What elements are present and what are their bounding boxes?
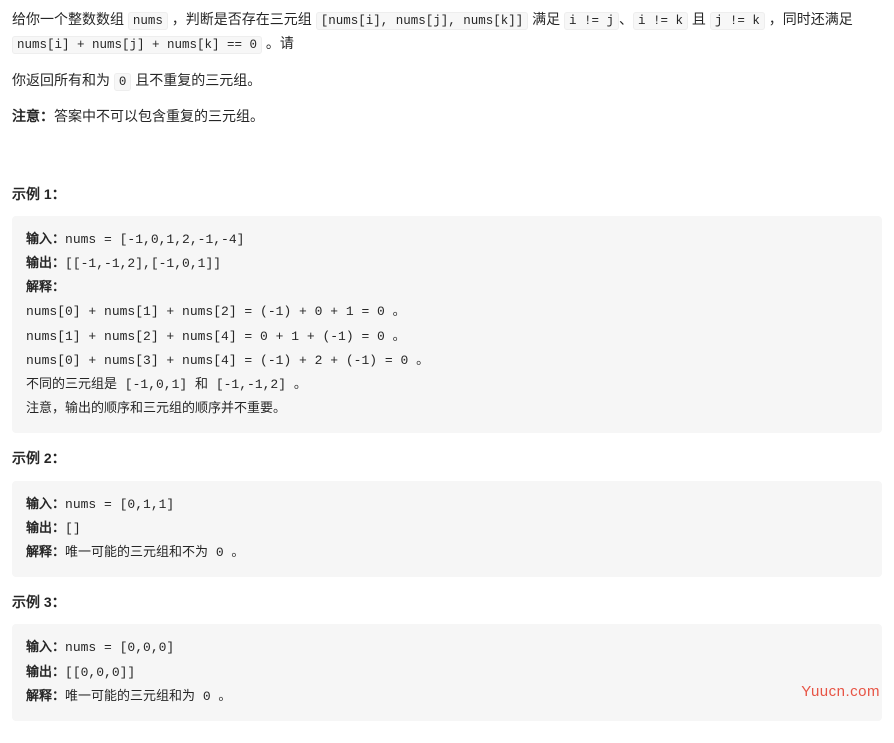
input-label: 输入：	[26, 497, 65, 512]
example-heading-2: 示例 2：	[12, 447, 882, 471]
input-label: 输入：	[26, 640, 65, 655]
example-heading-3: 示例 3：	[12, 591, 882, 615]
output-label: 输出：	[26, 521, 65, 536]
code-nums: nums	[128, 12, 168, 30]
input-value: nums = [-1,0,1,2,-1,-4]	[65, 232, 244, 247]
note-text: 答案中不可以包含重复的三元组。	[54, 108, 264, 124]
explain-line: 唯一可能的三元组和为 0 。	[65, 689, 231, 704]
input-label: 输入：	[26, 232, 65, 247]
text: 给你一个整数数组	[12, 11, 128, 27]
spacer	[12, 141, 882, 177]
note-paragraph: 注意：答案中不可以包含重复的三元组。	[12, 105, 882, 129]
text: 。请	[262, 35, 294, 51]
explain-line: 唯一可能的三元组和不为 0 。	[65, 545, 244, 560]
intro-paragraph-2: 你返回所有和为 0 且不重复的三元组。	[12, 69, 882, 93]
example-heading-1: 示例 1：	[12, 183, 882, 207]
explain-line: 注意，输出的顺序和三元组的顺序并不重要。	[26, 401, 286, 416]
code-zero: 0	[114, 73, 132, 91]
explain-line: nums[0] + nums[1] + nums[2] = (-1) + 0 +…	[26, 304, 406, 319]
explain-label: 解释：	[26, 545, 65, 560]
explain-line: nums[0] + nums[3] + nums[4] = (-1) + 2 +…	[26, 353, 429, 368]
code-cond3: j != k	[710, 12, 765, 30]
explain-label: 解释：	[26, 689, 65, 704]
output-value: []	[65, 521, 81, 536]
input-value: nums = [0,1,1]	[65, 497, 174, 512]
input-value: nums = [0,0,0]	[65, 640, 174, 655]
text: 、	[619, 11, 633, 27]
example-block-1: 输入：nums = [-1,0,1,2,-1,-4] 输出：[[-1,-1,2]…	[12, 216, 882, 432]
text: 你返回所有和为	[12, 72, 114, 88]
code-triplet: [nums[i], nums[j], nums[k]]	[316, 12, 529, 30]
code-cond1: i != j	[564, 12, 619, 30]
code-sum: nums[i] + nums[j] + nums[k] == 0	[12, 36, 262, 54]
text: 且不重复的三元组。	[131, 72, 261, 88]
text: 且	[688, 11, 710, 27]
example-block-2: 输入：nums = [0,1,1] 输出：[] 解释：唯一可能的三元组和不为 0…	[12, 481, 882, 577]
explain-line: nums[1] + nums[2] + nums[4] = 0 + 1 + (-…	[26, 329, 406, 344]
output-label: 输出：	[26, 665, 65, 680]
output-value: [[0,0,0]]	[65, 665, 135, 680]
output-label: 输出：	[26, 256, 65, 271]
code-cond2: i != k	[633, 12, 688, 30]
example-block-3: 输入：nums = [0,0,0] 输出：[[0,0,0]] 解释：唯一可能的三…	[12, 624, 882, 720]
explain-label: 解释：	[26, 280, 65, 295]
text: ，判断是否存在三元组	[168, 11, 316, 27]
note-label: 注意：	[12, 108, 54, 124]
text: 满足	[528, 11, 564, 27]
text: ，同时还满足	[765, 11, 853, 27]
explain-line: 不同的三元组是 [-1,0,1] 和 [-1,-1,2] 。	[26, 377, 307, 392]
output-value: [[-1,-1,2],[-1,0,1]]	[65, 256, 221, 271]
intro-paragraph-1: 给你一个整数数组 nums ，判断是否存在三元组 [nums[i], nums[…	[12, 8, 882, 57]
watermark: Yuucn.com	[801, 679, 880, 705]
